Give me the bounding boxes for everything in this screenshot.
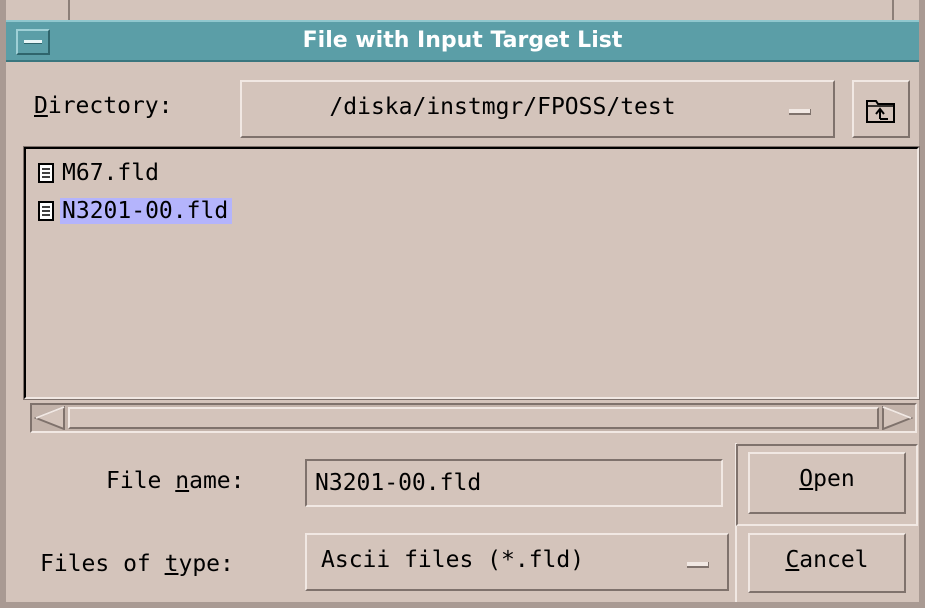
scroll-thumb[interactable] [68, 407, 879, 429]
directory-value: /diska/instmgr/FPOSS/test [329, 94, 676, 120]
file-name: N3201-00.fld [60, 198, 233, 224]
open-button[interactable]: Open [748, 452, 906, 514]
title-bar[interactable]: File with Input Target List [6, 20, 919, 62]
file-list[interactable]: M67.fld N3201-00.fld [23, 146, 920, 400]
scroll-left-icon[interactable] [34, 406, 66, 430]
cancel-button[interactable]: Cancel [748, 533, 906, 593]
document-icon [38, 163, 54, 183]
file-type-combo[interactable]: Ascii files (*.fld) [305, 533, 729, 591]
frame-nick [892, 0, 894, 20]
file-name-input[interactable] [305, 459, 723, 507]
file-name-label: File name: [106, 468, 245, 494]
folder-up-icon [866, 100, 895, 123]
dropdown-icon [789, 109, 811, 115]
file-type-value: Ascii files (*.fld) [321, 547, 585, 573]
document-icon [38, 201, 54, 221]
frame-nick [68, 0, 70, 20]
directory-label: Directory: [34, 93, 173, 119]
scroll-right-icon[interactable] [881, 406, 913, 430]
file-type-label: Files of type: [40, 551, 234, 577]
list-item-selected[interactable]: N3201-00.fld [36, 195, 233, 227]
directory-combo[interactable]: /diska/instmgr/FPOSS/test [240, 80, 835, 138]
file-name: M67.fld [62, 160, 159, 186]
dropdown-icon [687, 562, 709, 568]
parent-directory-button[interactable] [852, 80, 910, 138]
window-title: File with Input Target List [302, 28, 623, 53]
horizontal-scrollbar[interactable] [30, 403, 917, 433]
list-item[interactable]: M67.fld [36, 157, 163, 189]
